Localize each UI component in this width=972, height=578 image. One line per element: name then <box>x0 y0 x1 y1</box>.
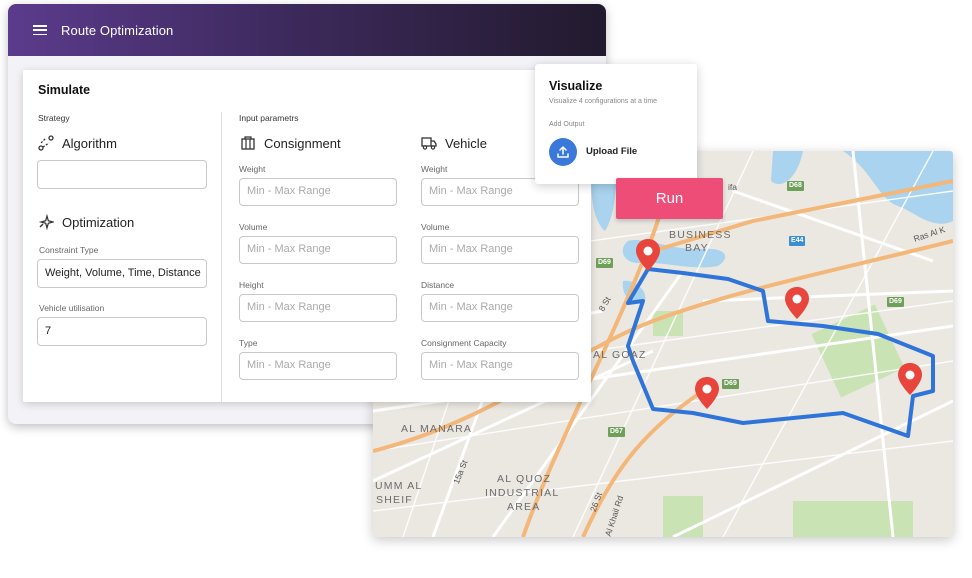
optimization-heading-text: Optimization <box>62 214 135 230</box>
constraint-type-label: Constraint Type <box>39 245 99 255</box>
upload-icon <box>557 146 569 158</box>
algorithm-input[interactable] <box>37 160 207 189</box>
map-area-label: AL GOAZ <box>593 349 647 361</box>
consignment-volume-input[interactable]: Min - Max Range <box>239 236 397 264</box>
map-street-label: ifa <box>728 182 737 192</box>
algorithm-icon <box>38 135 54 151</box>
visualize-panel: Visualize Visualize 4 configurations at … <box>535 64 697 184</box>
add-output-label: Add Output <box>549 121 585 128</box>
vehicle-distance-input[interactable]: Min - Max Range <box>421 294 579 322</box>
menu-icon[interactable] <box>33 25 47 35</box>
map-area-label: INDUSTRIAL <box>485 487 560 499</box>
consignment-weight-label: Weight <box>239 164 266 174</box>
sparkle-icon <box>38 214 54 230</box>
road-tag: E44 <box>789 236 806 246</box>
constraint-type-field[interactable]: Weight, Volume, Time, Distance <box>37 259 207 288</box>
map-area-label: BUSINESS <box>669 229 732 241</box>
app-title: Route Optimization <box>61 22 174 38</box>
vehicle-distance-label: Distance <box>421 280 455 290</box>
input-params-label: Input parametrs <box>239 113 299 123</box>
truck-icon <box>421 137 437 150</box>
map-pin-icon[interactable] <box>785 287 809 319</box>
map-area-label: AL MANARA <box>401 423 473 435</box>
consignment-height-label: Height <box>239 280 264 290</box>
vehicle-heading: Vehicle <box>421 135 487 151</box>
vehicle-heading-text: Vehicle <box>445 135 487 151</box>
vehicle-capacity-label: Consignment Capacity <box>421 338 507 348</box>
map-pin-icon[interactable] <box>898 363 922 395</box>
simulate-panel: Simulate Strategy Algorithm Optimization… <box>23 70 591 402</box>
map-pin-icon[interactable] <box>695 377 719 409</box>
map-area-label: BAY <box>685 242 709 254</box>
map-area-label: AREA <box>507 501 541 513</box>
consignment-weight-input[interactable]: Min - Max Range <box>239 178 397 206</box>
road-tag: D68 <box>787 181 804 191</box>
title-bar: Route Optimization <box>8 4 606 56</box>
vehicle-utilisation-field[interactable]: 7 <box>37 317 207 346</box>
vehicle-utilisation-label: Vehicle utilisation <box>39 303 105 313</box>
road-tag: D67 <box>608 427 625 437</box>
simulate-title: Simulate <box>38 83 91 97</box>
consignment-type-label: Type <box>239 338 258 348</box>
consignment-height-input[interactable]: Min - Max Range <box>239 294 397 322</box>
column-divider <box>221 112 222 402</box>
map-area-label: UMM AL <box>375 480 423 492</box>
road-tag: D69 <box>887 297 904 307</box>
map-area-label: SHEIF <box>376 494 413 506</box>
vehicle-capacity-input[interactable]: Min - Max Range <box>421 352 579 380</box>
consignment-heading-text: Consignment <box>264 135 341 151</box>
visualize-subtitle: Visualize 4 configurations at a time <box>549 98 658 105</box>
upload-file-label[interactable]: Upload File <box>586 146 637 157</box>
vehicle-weight-label: Weight <box>421 164 448 174</box>
road-tag: D69 <box>722 379 739 389</box>
map-pin-icon[interactable] <box>636 239 660 271</box>
vehicle-volume-label: Volume <box>421 222 450 232</box>
strategy-label: Strategy <box>38 113 70 123</box>
package-icon <box>241 136 255 150</box>
vehicle-volume-input[interactable]: Min - Max Range <box>421 236 579 264</box>
road-tag: D69 <box>596 258 613 268</box>
consignment-type-input[interactable]: Min - Max Range <box>239 352 397 380</box>
optimization-heading: Optimization <box>38 214 134 230</box>
consignment-heading: Consignment <box>240 135 341 151</box>
algorithm-heading-text: Algorithm <box>62 135 117 151</box>
algorithm-heading: Algorithm <box>38 135 117 151</box>
map-area-label: AL QUOZ <box>497 473 552 485</box>
visualize-title: Visualize <box>549 79 603 93</box>
consignment-volume-label: Volume <box>239 222 268 232</box>
run-button[interactable]: Run <box>616 178 723 219</box>
upload-button[interactable] <box>549 138 577 166</box>
